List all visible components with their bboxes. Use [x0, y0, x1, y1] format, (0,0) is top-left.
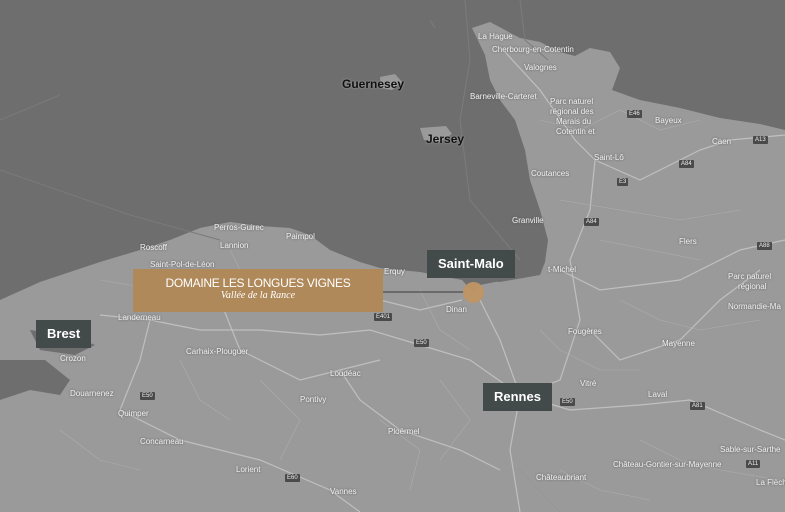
place-perros: Perros-Guirec: [214, 223, 264, 232]
place-vannes: Vannes: [330, 487, 357, 496]
place-landerneau: Landerneau: [118, 313, 161, 322]
city-label-rennes[interactable]: Rennes: [483, 383, 552, 411]
place-mayenne: Mayenne: [662, 339, 695, 348]
place-parc-marais-3: Marais du: [556, 117, 592, 126]
place-chateaubriant: Châteaubriant: [536, 473, 587, 482]
domain-subtitle: Vallée de la Rance: [220, 290, 296, 301]
place-coutances: Coutances: [531, 169, 570, 178]
road-a81: A81: [690, 402, 705, 410]
road-e46: E46: [627, 110, 642, 118]
road-a84-north: A84: [679, 160, 694, 168]
place-erquy: Erquy: [384, 267, 405, 276]
place-roscoff: Roscoff: [140, 243, 167, 252]
place-saint-michel: t-Michel: [548, 265, 577, 274]
domain-callout[interactable]: DOMAINE LES LONGUES VIGNES Vallée de la …: [133, 269, 383, 312]
road-e50-west: E50: [140, 392, 155, 400]
road-e50-rennes: E50: [560, 398, 575, 406]
place-barneville: Barneville-Carteret: [470, 92, 537, 101]
place-parc-marais-2: régional des: [550, 107, 594, 116]
place-parc-normandie-3: Normandie-Ma: [728, 302, 781, 311]
map-view[interactable]: Guernesey Jersey La Hague Cherbourg-en-C…: [0, 0, 785, 512]
place-bayeux: Bayeux: [655, 116, 682, 125]
place-saint-pol: Saint-Pol-de-Léon: [150, 260, 215, 269]
place-laval: Laval: [648, 390, 668, 399]
domain-title: DOMAINE LES LONGUES VIGNES: [165, 276, 351, 290]
place-la-hague: La Hague: [478, 32, 513, 41]
place-carhaix: Carhaix-Plouguer: [186, 347, 249, 356]
place-ploermel: Ploërmel: [388, 427, 420, 436]
place-fougeres: Fougères: [568, 327, 602, 336]
city-label-brest[interactable]: Brest: [36, 320, 92, 348]
place-lannion: Lannion: [220, 241, 249, 250]
road-a11: A11: [746, 460, 761, 468]
place-quimper: Quimper: [118, 409, 149, 418]
road-a88: A88: [757, 242, 772, 250]
island-jersey: Jersey: [426, 132, 465, 146]
road-e60: E60: [285, 474, 300, 482]
place-parc-normandie-1: Parc naturel: [728, 272, 772, 281]
place-crozon: Crozon: [60, 354, 86, 363]
domain-location-marker[interactable]: [463, 282, 484, 303]
place-caen: Caen: [712, 137, 732, 146]
place-saint-lo: Saint-Lô: [594, 153, 624, 162]
place-la-fleche: La Flèche: [756, 478, 785, 487]
place-parc-normandie-2: régional: [738, 282, 767, 291]
road-e50-east: E50: [414, 339, 429, 347]
place-dinan: Dinan: [446, 305, 467, 314]
place-douarnenez: Douarnenez: [70, 389, 114, 398]
road-a84: A84: [584, 218, 599, 226]
place-valognes: Valognes: [524, 63, 557, 72]
place-chateau-gontier: Château-Gontier-sur-Mayenne: [613, 460, 722, 469]
place-lorient: Lorient: [236, 465, 261, 474]
road-e3: E3: [617, 178, 629, 186]
island-guernesey: Guernesey: [342, 77, 405, 91]
place-paimpol: Paimpol: [286, 232, 315, 241]
road-e401: E401: [374, 313, 393, 321]
place-granville: Granville: [512, 216, 544, 225]
place-parc-marais-1: Parc naturel: [550, 97, 594, 106]
place-sable: Sable-sur-Sarthe: [720, 445, 781, 454]
place-parc-marais-4: Cotentin et: [556, 127, 595, 136]
place-vitre: Vitré: [580, 379, 597, 388]
place-loudeac: Loudéac: [330, 369, 361, 378]
place-flers: Flers: [679, 237, 697, 246]
place-cherbourg: Cherbourg-en-Cotentin: [492, 45, 574, 54]
city-label-saint-malo[interactable]: Saint-Malo: [427, 250, 515, 278]
road-a13: A13: [753, 136, 768, 144]
place-pontivy: Pontivy: [300, 395, 327, 404]
place-concarneau: Concarneau: [140, 437, 184, 446]
